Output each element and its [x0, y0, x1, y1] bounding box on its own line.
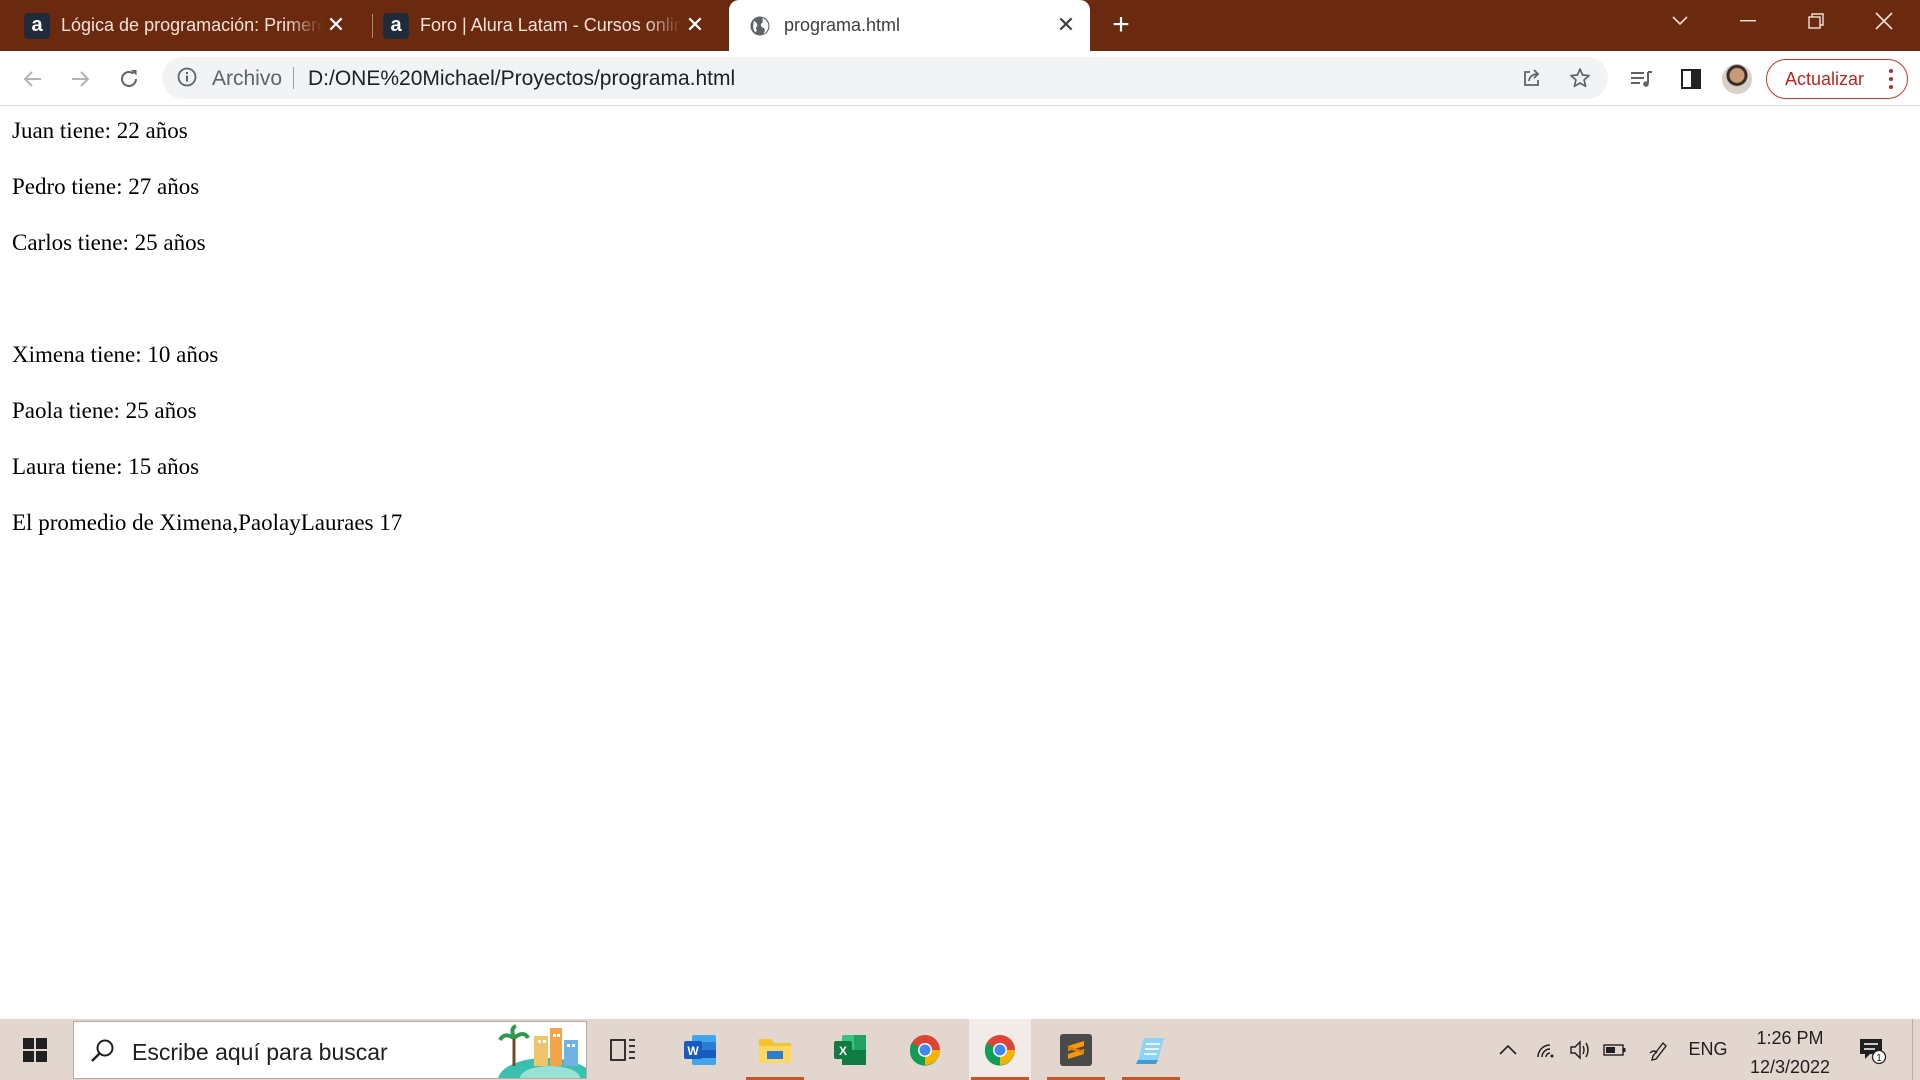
- pen-workspace-icon[interactable]: [1645, 1019, 1673, 1080]
- new-tab-button[interactable]: +: [1106, 10, 1136, 41]
- language-label: ENG: [1688, 1039, 1728, 1059]
- minimize-icon[interactable]: [1714, 0, 1782, 42]
- notepad-app-icon[interactable]: [1120, 1019, 1182, 1080]
- reload-icon[interactable]: [113, 63, 145, 95]
- windows-start-icon[interactable]: [0, 1019, 70, 1080]
- close-window-icon[interactable]: [1850, 0, 1918, 42]
- page-line-laura: Laura tiene: 15 años: [12, 454, 200, 479]
- address-divider: [293, 67, 294, 89]
- sublime-text-icon[interactable]: [1045, 1019, 1107, 1080]
- tab-title: programa.html: [784, 15, 901, 35]
- taskbar-search-box[interactable]: Escribe aquí para buscar: [73, 1021, 587, 1079]
- notification-center-icon[interactable]: 1: [1852, 1019, 1892, 1080]
- back-icon[interactable]: [17, 63, 49, 95]
- notification-count: 1: [1876, 1053, 1882, 1064]
- chrome-app-icon[interactable]: [894, 1019, 956, 1080]
- media-queue-icon[interactable]: [1626, 63, 1658, 95]
- alura-favicon-icon: a: [383, 12, 409, 39]
- svg-text:W: W: [687, 1044, 699, 1058]
- page-line-carlos: Carlos tiene: 25 años: [12, 230, 206, 255]
- restore-icon[interactable]: [1782, 0, 1850, 42]
- close-tab-icon[interactable]: ✕: [683, 12, 707, 37]
- close-tab-icon[interactable]: ✕: [324, 12, 348, 37]
- file-explorer-icon[interactable]: [744, 1019, 806, 1080]
- svg-text:X: X: [839, 1044, 847, 1058]
- tab-search-chevron-icon[interactable]: [1646, 0, 1714, 42]
- tab-logica-programacion[interactable]: a Lógica de programación: Primeros ✕: [8, 0, 360, 51]
- profile-avatar[interactable]: [1722, 64, 1752, 94]
- globe-icon: [747, 13, 773, 39]
- tray-overflow-chevron-icon[interactable]: [1494, 1019, 1522, 1080]
- chrome-app-icon-active[interactable]: [969, 1019, 1031, 1080]
- page-line-ximena: Ximena tiene: 10 años: [12, 342, 219, 367]
- search-placeholder: Escribe aquí para buscar: [132, 1039, 388, 1065]
- forward-icon[interactable]: [64, 63, 96, 95]
- clock-time: 1:26 PM: [1756, 1028, 1824, 1048]
- address-bar[interactable]: Archivo D:/ONE%20Michael/Proyectos/progr…: [162, 57, 1608, 99]
- search-icon: [90, 1038, 116, 1069]
- page-line-paola: Paola tiene: 25 años: [12, 398, 197, 423]
- update-button-label: Actualizar: [1785, 68, 1865, 89]
- tab-title: Foro | Alura Latam - Cursos online: [420, 15, 682, 35]
- bookmark-star-icon[interactable]: [1564, 62, 1596, 94]
- browser-toolbar: Archivo D:/ONE%20Michael/Proyectos/progr…: [0, 51, 1920, 106]
- page-content: Juan tiene: 22 años Pedro tiene: 27 años…: [0, 107, 1920, 1019]
- page-line-pedro: Pedro tiene: 27 años: [12, 174, 200, 199]
- address-scheme-label: Archivo: [212, 67, 283, 90]
- browser-tab-strip: a Lógica de programación: Primeros ✕ a F…: [0, 0, 1920, 51]
- tab-foro-alura[interactable]: a Foro | Alura Latam - Cursos online ✕: [367, 0, 719, 51]
- show-desktop-edge[interactable]: [1912, 1019, 1920, 1080]
- tab-title: Lógica de programación: Primeros: [61, 15, 323, 35]
- battery-icon[interactable]: [1601, 1019, 1629, 1080]
- volume-icon[interactable]: [1567, 1019, 1595, 1080]
- side-panel-icon[interactable]: [1675, 63, 1707, 95]
- alura-favicon-icon: a: [24, 12, 50, 39]
- task-view-icon[interactable]: [592, 1019, 654, 1080]
- clock-date: 12/3/2022: [1749, 1057, 1831, 1077]
- excel-app-icon[interactable]: X: [819, 1019, 881, 1080]
- close-tab-icon[interactable]: ✕: [1054, 12, 1078, 37]
- update-browser-button[interactable]: Actualizar: [1766, 59, 1908, 99]
- more-menu-icon[interactable]: [1889, 69, 1893, 89]
- tab-programa-html[interactable]: programa.html ✕: [729, 0, 1090, 51]
- share-icon[interactable]: [1516, 62, 1548, 94]
- windows-taskbar: Escribe aquí para buscar W X ENG 1:26 PM…: [0, 1019, 1920, 1080]
- word-app-icon[interactable]: W: [669, 1019, 731, 1080]
- page-line-promedio: El promedio de Ximena,PaolayLauraes 17: [12, 510, 403, 535]
- input-language-indicator[interactable]: ENG: [1684, 1019, 1732, 1080]
- wifi-icon[interactable]: [1533, 1019, 1561, 1080]
- address-url[interactable]: D:/ONE%20Michael/Proyectos/programa.html: [308, 67, 735, 91]
- page-line-juan: Juan tiene: 22 años: [12, 118, 188, 143]
- taskbar-clock[interactable]: 1:26 PM 12/3/2022: [1736, 1019, 1844, 1080]
- site-info-icon[interactable]: [176, 66, 198, 93]
- search-highlight-illustration: [498, 1024, 586, 1078]
